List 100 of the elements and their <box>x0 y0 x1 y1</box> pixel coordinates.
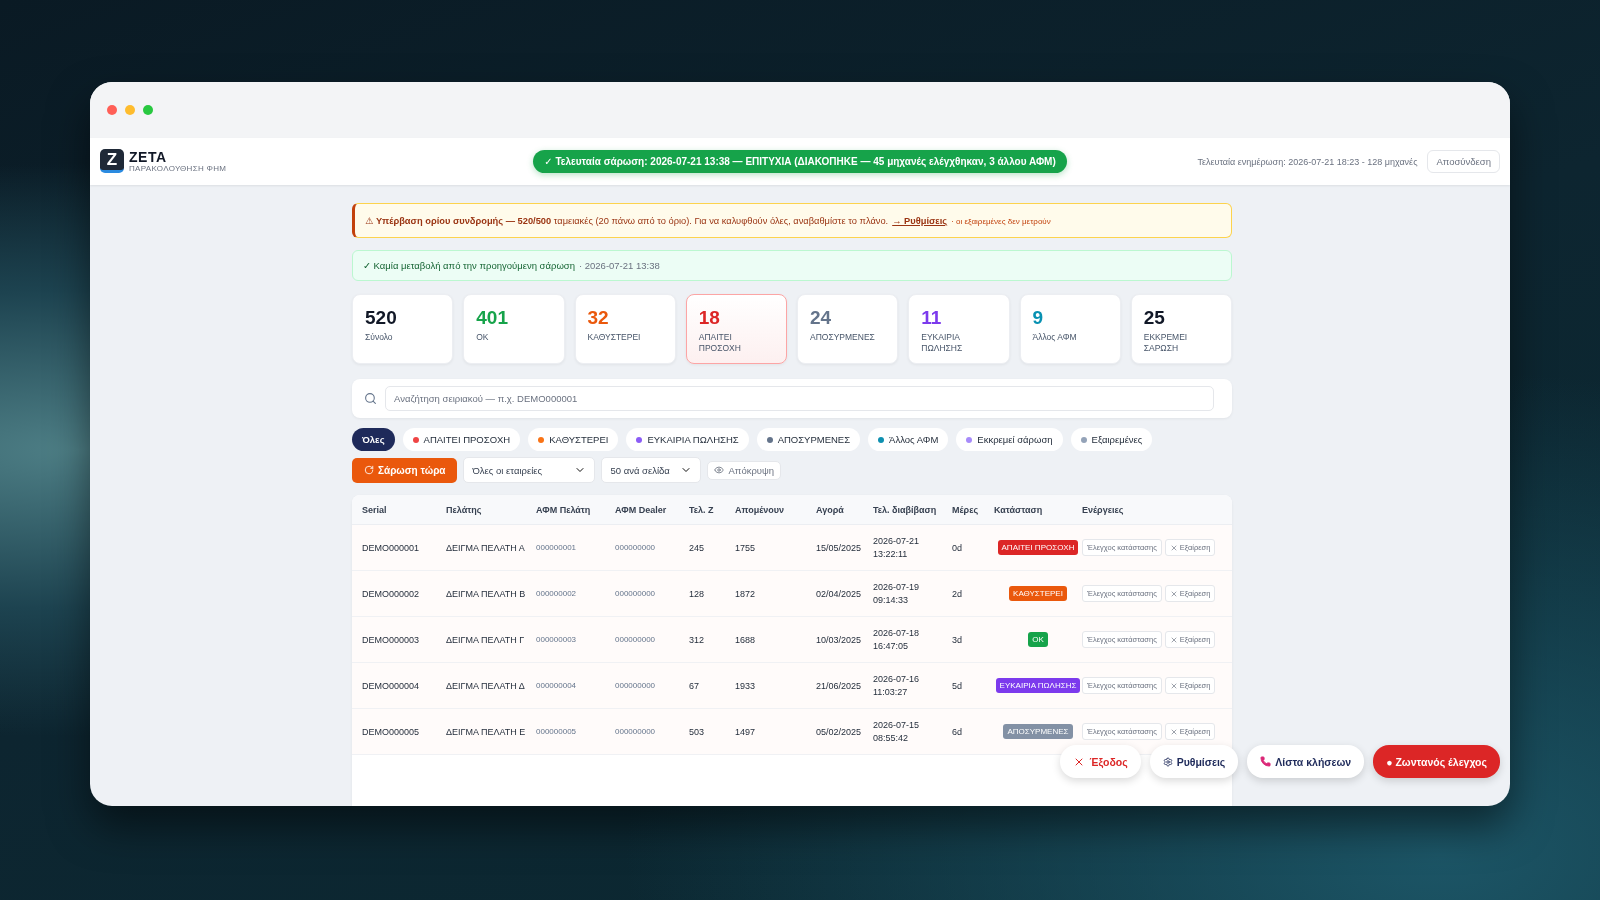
status-badge: ΑΠΟΣΥΡΜΕΝΕΣ <box>1003 724 1073 739</box>
table-cell-text: 000000000 <box>615 543 657 552</box>
table-cell-text: 1933 <box>735 680 757 691</box>
stat-label: ΚΑΘΥΣΤΕΡΕΙ <box>587 332 642 343</box>
column-header: Serial <box>362 504 388 515</box>
settings-icon <box>1162 756 1173 767</box>
close-icon <box>1169 681 1178 690</box>
logo-subtitle: ΠΑΡΑΚΟΛΟΥΘΗΣΗ ΦΗΜ <box>129 165 227 174</box>
table-cell-text: 0d <box>952 542 963 553</box>
close-dot[interactable] <box>107 105 117 115</box>
table-cell-text: ΔΕΙΓΜΑ ΠΕΛΑΤΗ Ε <box>446 726 527 737</box>
stat-card[interactable]: 32 ΚΑΘΥΣΤΕΡΕΙ <box>574 294 676 364</box>
page-size-select[interactable]: 50 ανά σελίδα <box>601 457 702 483</box>
logout-button[interactable]: Αποσύνδεση <box>1427 150 1500 173</box>
table-cell-text: 128 <box>689 588 706 599</box>
table-cell-text: DEMO000002 <box>362 588 421 599</box>
close-icon <box>1169 727 1178 736</box>
logo-text: ZETA <box>129 149 168 166</box>
column-header: Απομένουν <box>735 504 785 515</box>
filter-chip[interactable]: Εκκρεμεί σάρωση <box>956 428 1063 451</box>
stat-card[interactable]: 401 OK <box>463 294 565 364</box>
minimize-dot[interactable] <box>125 105 135 115</box>
stat-card[interactable]: 520 Σύνολο <box>352 294 454 364</box>
warning-note: · οι εξαιρεμένες δεν μετρούν <box>951 217 1051 226</box>
column-header: Αγορά <box>816 504 845 515</box>
close-icon <box>1169 635 1178 644</box>
stat-value: 520 <box>365 307 398 329</box>
table-cell-text: 10/03/2025 <box>816 634 863 645</box>
notice-time: · 2026-07-21 13:38 <box>578 260 660 271</box>
table-cell-text: 1688 <box>735 634 757 645</box>
stat-card[interactable]: 9 Άλλος ΑΦΜ <box>1019 294 1121 364</box>
filter-chip[interactable]: Εξαιρεμένες <box>1070 428 1153 451</box>
warning-text: ⚠ Υπέρβαση ορίου συνδρομής — 520/500 ταμειακές (20 πάνω από το όριο). Για να καλυφθούν όλες, αναβαθμίστε το πλάνο. <box>365 215 889 226</box>
filter-chip[interactable]: Όλες <box>352 428 395 451</box>
table-cell-text: 2026-07-15 08:55:42 <box>873 718 921 745</box>
stat-value: 18 <box>698 307 721 329</box>
column-header: Τελ. Z <box>689 504 715 515</box>
table-cell-text: 000000000 <box>615 727 657 736</box>
stat-label: Σύνολο <box>365 332 394 343</box>
table-cell-text: 000000004 <box>536 681 578 690</box>
table-cell-text: 21/06/2025 <box>816 680 863 691</box>
stat-label: OK <box>476 332 490 343</box>
stat-label: ΑΠΟΣΥΡΜΕΝΕΣ <box>810 332 876 343</box>
stat-card[interactable]: 24 ΑΠΟΣΥΡΜΕΝΕΣ <box>797 294 899 364</box>
floating-button[interactable]: Έξοδος <box>1060 745 1141 778</box>
filter-chip[interactable]: Άλλος ΑΦΜ <box>868 428 949 451</box>
table-cell-text: 000000003 <box>536 635 578 644</box>
status-badge: ΚΑΘΥΣΤΕΡΕΙ <box>1009 586 1067 601</box>
table-cell-text: 1872 <box>735 588 757 599</box>
scan-status: ✓ Τελευταία σάρωση: 2026-07-21 13:38 — ΕΠΙΤΥΧΙΑ (ΔΙΑΚΟΠΗΚΕ — 45 μηχανές ελέγχθηκαν, 3 άλλου ΑΦΜ) <box>533 150 1067 173</box>
search-field[interactable]: Αναζήτηση σειριακού — π.χ. DEMO000001 <box>385 386 1214 411</box>
table-cell-text: ΔΕΙΓΜΑ ΠΕΛΑΤΗ Α <box>446 542 526 553</box>
table-cell-text: 2d <box>952 588 963 599</box>
settings-link[interactable]: → Ρυθμίσεις <box>892 216 948 226</box>
filter-chip[interactable]: ΕΥΚΑΙΡΙΑ ΠΩΛΗΣΗΣ <box>626 428 749 451</box>
filter-chip[interactable]: ΑΠΟΣΥΡΜΕΝΕΣ <box>756 428 861 451</box>
eye-icon <box>714 465 725 475</box>
column-header: ΑΦΜ Πελάτη <box>536 504 592 515</box>
filter-chip[interactable]: ΑΠΑΙΤΕΙ ΠΡΟΣΟΧΗ <box>402 428 521 451</box>
column-header: Μέρες <box>952 504 980 515</box>
status-badge: ΕΥΚΑΙΡΙΑ ΠΩΛΗΣΗΣ <box>995 678 1081 693</box>
table-cell-text: 15/05/2025 <box>816 542 863 553</box>
scan-button[interactable]: Σάρωση τώρα <box>352 457 458 483</box>
hide-button[interactable]: Απόκρυψη <box>707 460 782 480</box>
floating-button[interactable]: ● Ζωντανός έλεγχος <box>1373 745 1500 778</box>
stat-value: 9 <box>1032 307 1045 329</box>
column-header: Τελ. διαβίβαση <box>873 504 938 515</box>
refresh-icon <box>364 465 374 475</box>
stat-card[interactable]: 18 ΑΠΑΙΤΕΙ ΠΡΟΣΟΧΗ <box>685 294 787 364</box>
stat-card[interactable]: 25 ΕΚΚΡΕΜΕΙ ΣΑΡΩΣΗ <box>1130 294 1232 364</box>
status-badge: ΑΠΑΙΤΕΙ ΠΡΟΣΟΧΗ <box>997 540 1079 555</box>
floating-button[interactable]: Λίστα κλήσεων <box>1247 745 1365 778</box>
table-cell-text: 000000005 <box>536 727 578 736</box>
table-cell-text: 67 <box>689 680 700 691</box>
table-cell-text: 2026-07-19 09:14:33 <box>873 580 921 607</box>
close-icon <box>1169 543 1178 552</box>
table-cell-text: 02/04/2025 <box>816 588 863 599</box>
column-header: ΑΦΜ Dealer <box>615 504 668 515</box>
table-cell-text: 1755 <box>735 542 757 553</box>
stat-value: 24 <box>810 307 833 329</box>
filter-chip[interactable]: ΚΑΘΥΣΤΕΡΕΙ <box>528 428 619 451</box>
table-cell-text: ΔΕΙΓΜΑ ΠΕΛΑΤΗ Γ <box>446 634 526 645</box>
stat-label: ΕΚΚΡΕΜΕΙ ΣΑΡΩΣΗ <box>1143 332 1189 354</box>
table-cell-text: 000000001 <box>536 543 578 552</box>
table-cell-text: 2026-07-18 16:47:05 <box>873 626 921 653</box>
floating-button[interactable]: Ρυθμίσεις <box>1149 745 1239 778</box>
stat-label: ΑΠΑΙΤΕΙ ΠΡΟΣΟΧΗ <box>698 332 742 354</box>
column-header: Κατάσταση <box>994 504 1044 515</box>
table-cell-text: 2026-07-16 11:03:27 <box>873 672 921 699</box>
company-select[interactable]: Όλες οι εταιρείες <box>463 457 596 483</box>
table-cell-text: 3d <box>952 634 963 645</box>
stat-value: 32 <box>587 307 610 329</box>
column-header: Πελάτης <box>446 504 483 515</box>
notice-text: ✓ Καμία μεταβολή από την προηγούμενη σάρωση <box>363 260 575 271</box>
phone-icon <box>1260 756 1272 767</box>
table-cell-text: 000000000 <box>615 635 657 644</box>
table-cell-text: DEMO000005 <box>362 726 421 737</box>
maximize-dot[interactable] <box>143 105 153 115</box>
table-cell-text: 000000000 <box>615 681 657 690</box>
stat-card[interactable]: 11 ΕΥΚΑΙΡΙΑ ΠΩΛΗΣΗΣ <box>908 294 1010 364</box>
